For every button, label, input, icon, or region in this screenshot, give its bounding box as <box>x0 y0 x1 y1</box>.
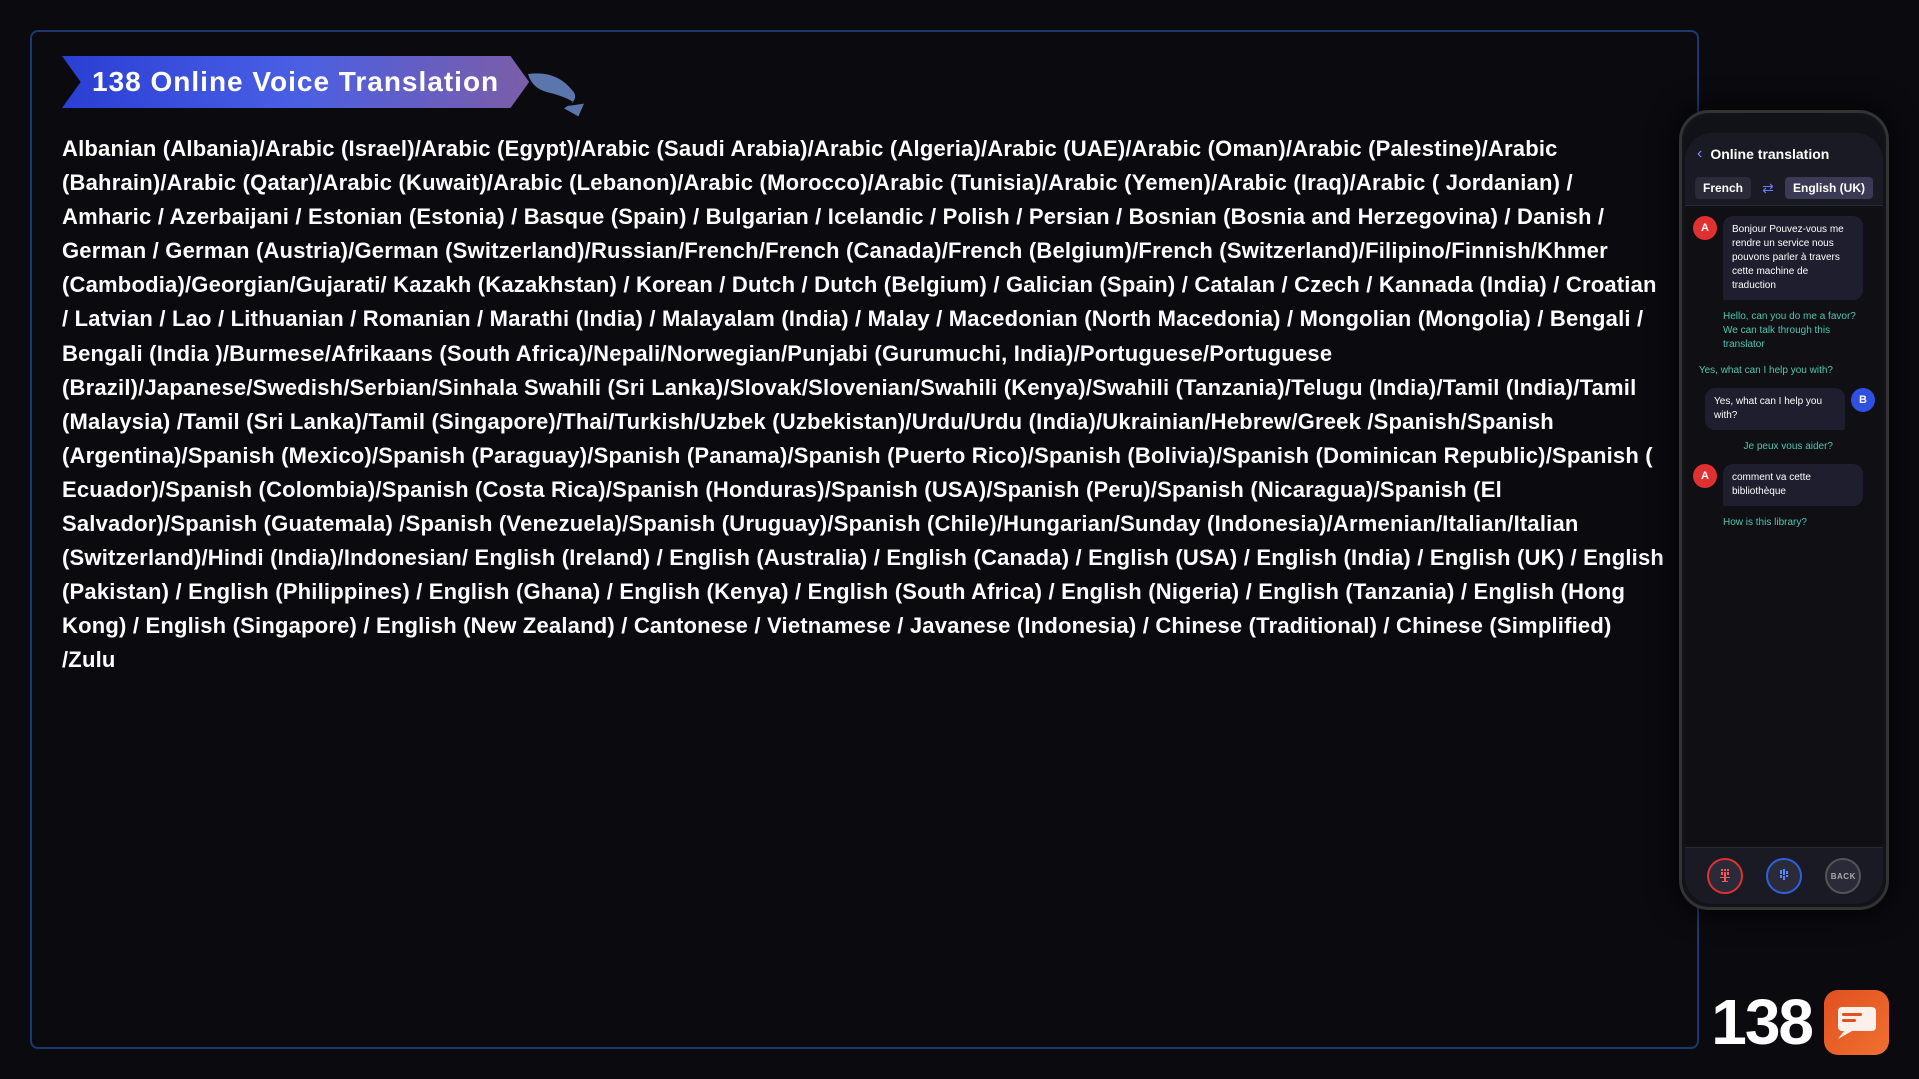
avatar-a-2: A <box>1693 464 1717 488</box>
translation-4: How is this library? <box>1723 514 1863 532</box>
arrow-icon <box>524 60 604 120</box>
message-row-2: Yes, what can I help you with? B <box>1693 388 1875 430</box>
bubble-1: Bonjour Pouvez-vous me rendre un service… <box>1723 216 1863 300</box>
phone-frame: ‹ Online translation French ⇄ English (U… <box>1679 110 1889 910</box>
bottom-right-section: 138 <box>1711 985 1889 1059</box>
language-selector[interactable]: French ⇄ English (UK) <box>1685 171 1883 206</box>
bubble-3: comment va cette bibliothèque <box>1723 464 1863 506</box>
translation-3: Je peux vous aider? <box>1693 438 1833 456</box>
mic-left-button[interactable] <box>1707 858 1743 894</box>
translation-1: Hello, can you do me a favor? We can tal… <box>1723 308 1863 354</box>
title-banner: 138 Online Voice Translation <box>62 52 1667 112</box>
avatar-a-1: A <box>1693 216 1717 240</box>
title-text: 138 Online Voice Translation <box>92 66 499 97</box>
back-button[interactable]: BACK <box>1825 858 1861 894</box>
back-label: BACK <box>1831 872 1856 881</box>
chat-icon <box>1836 1005 1878 1040</box>
source-language-btn[interactable]: French <box>1695 177 1751 199</box>
phone-mockup: ‹ Online translation French ⇄ English (U… <box>1679 110 1889 910</box>
phone-screen: ‹ Online translation French ⇄ English (U… <box>1685 133 1883 904</box>
phone-title: Online translation <box>1710 146 1829 162</box>
title-badge: 138 Online Voice Translation <box>62 56 529 108</box>
main-container: 138 Online Voice Translation Albanian (A… <box>30 30 1699 1049</box>
bubble-2: Yes, what can I help you with? <box>1705 388 1845 430</box>
back-arrow-icon[interactable]: ‹ <box>1697 145 1702 163</box>
language-list: Albanian (Albania)/Arabic (Israel)/Arabi… <box>62 132 1667 678</box>
target-language-btn[interactable]: English (UK) <box>1785 177 1873 199</box>
avatar-b-1: B <box>1851 388 1875 412</box>
mic-right-button[interactable] <box>1766 858 1802 894</box>
phone-bottom-bar: BACK <box>1685 847 1883 904</box>
chat-area: A Bonjour Pouvez-vous me rendre un servi… <box>1685 206 1883 847</box>
translation-2: Yes, what can I help you with? <box>1693 362 1833 380</box>
chat-icon-box <box>1824 990 1889 1055</box>
bottom-number: 138 <box>1711 985 1812 1059</box>
message-row-1: A Bonjour Pouvez-vous me rendre un servi… <box>1693 216 1875 300</box>
languages-text: Albanian (Albania)/Arabic (Israel)/Arabi… <box>62 136 1664 672</box>
swap-languages-icon[interactable]: ⇄ <box>1762 180 1774 197</box>
phone-header: ‹ Online translation <box>1685 133 1883 171</box>
message-row-3: A comment va cette bibliothèque <box>1693 464 1875 506</box>
phone-notch <box>1744 113 1824 133</box>
